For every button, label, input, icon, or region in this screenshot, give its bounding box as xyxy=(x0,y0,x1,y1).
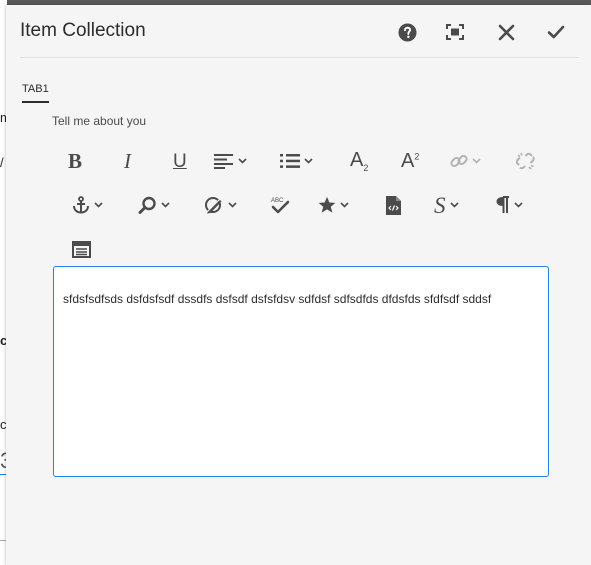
help-icon xyxy=(397,22,417,42)
align-left-icon xyxy=(214,154,233,169)
rich-text-editor[interactable]: sfdsfsdfsds dsfdsfsdf dssdfs dsfsdf dsfs… xyxy=(53,266,549,477)
unlink-button[interactable] xyxy=(516,146,536,176)
fullscreen-icon xyxy=(446,24,464,40)
dialog-title: Item Collection xyxy=(20,20,146,41)
chevron-down-icon xyxy=(304,158,313,164)
fullscreen-button[interactable] xyxy=(442,19,468,45)
find-replace-dropdown[interactable] xyxy=(138,190,170,220)
underline-button[interactable]: U xyxy=(173,146,187,176)
chevron-down-icon xyxy=(228,202,237,208)
star-icon xyxy=(318,196,336,213)
close-button[interactable] xyxy=(493,19,519,45)
done-button[interactable] xyxy=(543,19,569,45)
bold-icon: B xyxy=(68,148,83,173)
italic-icon: I xyxy=(124,148,131,173)
chevron-down-icon xyxy=(161,202,170,208)
superscript-button[interactable]: A2 xyxy=(401,146,419,176)
file-code-icon xyxy=(386,195,401,215)
styles-icon: S xyxy=(434,192,446,218)
link-icon xyxy=(450,154,468,168)
chevron-down-icon xyxy=(449,202,459,208)
paragraph-format-dropdown[interactable] xyxy=(496,190,523,220)
anchor-icon xyxy=(73,196,89,214)
edit-dropdown[interactable] xyxy=(204,190,237,220)
table-icon xyxy=(72,240,91,258)
anchor-dropdown[interactable] xyxy=(72,190,103,220)
chevron-down-icon xyxy=(472,158,481,164)
subscript-mark: 2 xyxy=(363,162,369,173)
field-label: Tell me about you xyxy=(52,114,147,128)
special-characters-dropdown[interactable] xyxy=(318,190,349,220)
help-button[interactable] xyxy=(394,19,420,45)
superscript-icon: A2 xyxy=(401,151,419,171)
styles-dropdown[interactable]: S xyxy=(434,190,459,220)
item-collection-dialog: Item Collection TAB1 Tell me about you B… xyxy=(6,5,591,565)
link-dropdown[interactable] xyxy=(450,146,481,176)
superscript-letter: A xyxy=(401,150,415,172)
chevron-down-icon xyxy=(238,158,247,164)
justify-dropdown[interactable] xyxy=(214,146,247,176)
table-button[interactable] xyxy=(72,234,91,264)
subscript-icon: A2 xyxy=(350,150,368,173)
search-icon xyxy=(138,196,156,214)
source-edit-button[interactable] xyxy=(386,190,401,220)
pilcrow-icon xyxy=(496,196,509,213)
spellcheck-mark: ABC xyxy=(271,198,284,204)
background-text: / xyxy=(0,155,4,170)
pencil-edit-icon xyxy=(205,196,223,214)
superscript-mark: 2 xyxy=(414,151,420,162)
italic-button[interactable]: I xyxy=(124,146,131,176)
checkmark-icon xyxy=(547,25,565,39)
chevron-down-icon xyxy=(340,202,349,208)
chevron-down-icon xyxy=(514,202,523,208)
close-icon xyxy=(498,24,514,40)
rich-text-toolbar: B I U A2 A2 ABC S xyxy=(58,140,558,260)
spellcheck-button[interactable]: ABC xyxy=(270,190,290,220)
bold-button[interactable]: B xyxy=(68,146,82,176)
chevron-down-icon xyxy=(94,202,103,208)
unlink-icon xyxy=(516,152,535,170)
dialog-header: Item Collection xyxy=(20,5,579,58)
list-dropdown[interactable] xyxy=(280,146,313,176)
tab-tab1[interactable]: TAB1 xyxy=(22,83,49,103)
editor-content[interactable]: sfdsfsdfsds dsfdsfsdf dssdfs dsfsdf dsfs… xyxy=(63,292,491,306)
subscript-button[interactable]: A2 xyxy=(350,146,368,176)
list-icon xyxy=(280,154,300,168)
subscript-letter: A xyxy=(350,148,364,171)
spellcheck-icon: ABC xyxy=(271,198,290,214)
underline-icon: U xyxy=(173,150,187,172)
